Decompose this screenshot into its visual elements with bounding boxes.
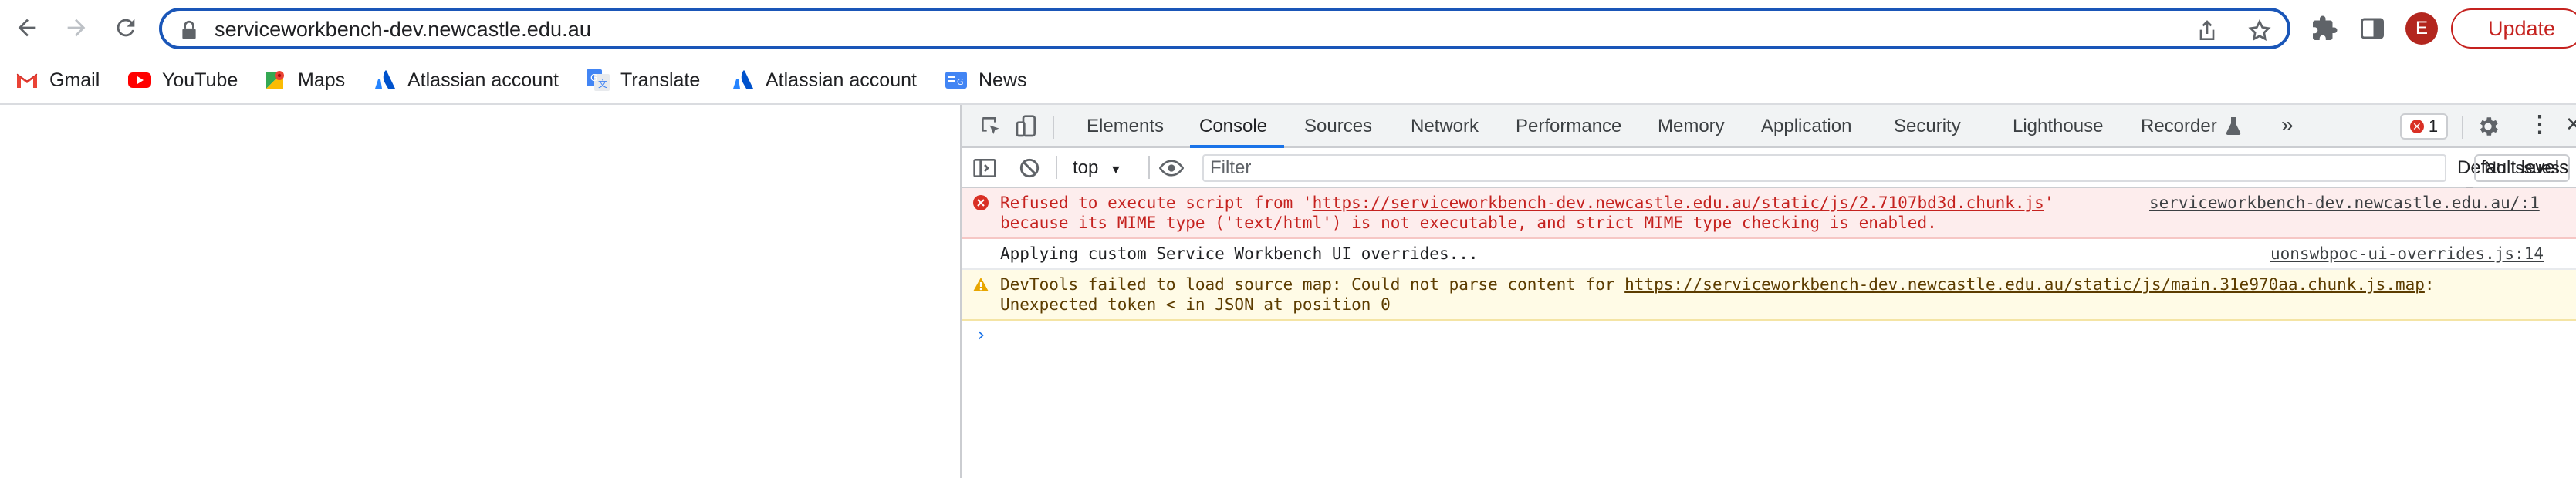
error-text-line2: because its MIME type ('text/html') is n… xyxy=(1000,214,1937,232)
bookmark-atlassian-2[interactable]: Atlassian account xyxy=(730,65,917,96)
console-filter-input[interactable]: Filter xyxy=(1202,154,2446,182)
atlassian-icon xyxy=(372,67,398,93)
svg-text:G: G xyxy=(957,77,964,87)
bookmark-atlassian-1[interactable]: Atlassian account xyxy=(372,65,559,96)
tab-sources[interactable]: Sources xyxy=(1304,116,1372,137)
browser-toolbar: serviceworkbench-dev.newcastle.edu.au E … xyxy=(0,0,2576,57)
tab-elements[interactable]: Elements xyxy=(1087,116,1164,137)
console-error-message: Refused to execute script from 'https://… xyxy=(962,188,2576,239)
url-text[interactable]: serviceworkbench-dev.newcastle.edu.au xyxy=(215,17,591,42)
svg-text:文: 文 xyxy=(598,78,607,89)
bookmark-label: YouTube xyxy=(162,69,238,91)
warning-text-prefix: DevTools failed to load source map: Coul… xyxy=(1000,275,1625,294)
bookmarks-bar: Gmail YouTube Maps Atlassian account G文 … xyxy=(0,57,2576,105)
settings-gear-icon[interactable] xyxy=(2476,114,2500,139)
divider xyxy=(1053,116,1054,139)
bookmark-news[interactable]: G News xyxy=(943,65,1027,96)
error-text-suffix: ' xyxy=(2044,194,2054,212)
tab-security[interactable]: Security xyxy=(1894,116,1961,137)
bookmark-label: Maps xyxy=(298,69,346,91)
error-count-badge[interactable]: ✕ 1 xyxy=(2400,113,2448,140)
bookmark-maps[interactable]: Maps xyxy=(262,65,345,96)
flask-icon xyxy=(2226,117,2241,136)
tab-application[interactable]: Application xyxy=(1761,116,1851,137)
tab-performance[interactable]: Performance xyxy=(1516,116,1621,137)
context-value: top xyxy=(1073,157,1099,178)
tab-lighthouse[interactable]: Lighthouse xyxy=(2013,116,2103,137)
warning-text-suffix: : xyxy=(2424,275,2435,294)
dropdown-caret-icon: ▼ xyxy=(1110,163,1122,177)
update-label: Update xyxy=(2488,16,2556,40)
reload-icon xyxy=(117,19,135,37)
bookmark-youtube[interactable]: YouTube xyxy=(127,65,238,96)
back-button[interactable] xyxy=(8,8,46,47)
reload-button[interactable] xyxy=(106,8,145,47)
issues-button[interactable]: No Issues xyxy=(2474,154,2570,182)
divider xyxy=(1056,156,1057,179)
more-options-icon[interactable]: ⋮ xyxy=(2528,111,2551,138)
console-prompt-chevron-icon[interactable]: › xyxy=(975,324,986,345)
warning-icon xyxy=(973,278,989,291)
tab-console[interactable]: Console xyxy=(1199,116,1267,137)
inspect-element-icon[interactable] xyxy=(979,114,1003,139)
error-icon: ✕ xyxy=(2409,120,2424,133)
news-icon: G xyxy=(943,67,969,93)
profile-avatar[interactable]: E xyxy=(2405,12,2438,45)
svg-text:G: G xyxy=(590,72,597,83)
youtube-icon xyxy=(127,67,153,93)
browser-window: serviceworkbench-dev.newcastle.edu.au E … xyxy=(0,0,2576,478)
tab-recorder[interactable]: Recorder xyxy=(2141,116,2217,137)
warning-text: DevTools failed to load source map: Coul… xyxy=(1000,274,2435,315)
bookmark-gmail[interactable]: Gmail xyxy=(14,65,100,96)
divider xyxy=(1148,156,1150,179)
update-button[interactable]: Update xyxy=(2451,8,2576,49)
warning-text-line2: Unexpected token < in JSON at position 0 xyxy=(1000,295,1391,314)
device-toolbar-icon[interactable] xyxy=(1014,114,1039,139)
devtools-tab-bar: Elements Console Sources Network Perform… xyxy=(962,105,2576,148)
console-log-message: Applying custom Service Workbench UI ove… xyxy=(962,239,2576,270)
console-toolbar: top ▼ Filter Default levels ▼ No Issues xyxy=(962,148,2576,198)
maps-icon xyxy=(262,67,289,93)
warning-sourcemap-link[interactable]: https://serviceworkbench-dev.newcastle.e… xyxy=(1624,275,2425,294)
context-selector[interactable]: top ▼ xyxy=(1073,157,1122,179)
extensions-icon[interactable] xyxy=(2311,15,2338,42)
error-source-link[interactable]: serviceworkbench-dev.newcastle.edu.au/:1 xyxy=(2149,193,2540,213)
error-count: 1 xyxy=(2428,116,2439,136)
close-icon[interactable]: ✕ xyxy=(2565,113,2576,136)
log-text: Applying custom Service Workbench UI ove… xyxy=(1000,244,1479,263)
error-text: Refused to execute script from 'https://… xyxy=(1000,193,2054,233)
translate-icon: G文 xyxy=(585,67,611,93)
tab-network[interactable]: Network xyxy=(1411,116,1479,137)
lock-icon xyxy=(182,20,196,39)
bookmark-translate[interactable]: G文 Translate xyxy=(585,65,700,96)
error-text-prefix: Refused to execute script from ' xyxy=(1000,194,1313,212)
console-warning-message: DevTools failed to load source map: Coul… xyxy=(962,270,2576,321)
more-tabs-chevron-icon[interactable]: » xyxy=(2281,113,2294,137)
arrow-left-icon xyxy=(18,19,36,37)
error-icon xyxy=(973,195,989,210)
live-expression-eye-icon[interactable] xyxy=(1159,156,1184,180)
bookmark-label: Gmail xyxy=(49,69,100,91)
side-panel-icon[interactable] xyxy=(2358,15,2386,42)
clear-console-icon[interactable] xyxy=(1017,156,1042,180)
bookmark-label: Translate xyxy=(620,69,701,91)
sidebar-toggle-icon[interactable] xyxy=(972,156,997,180)
star-icon[interactable] xyxy=(2247,19,2272,43)
bookmark-label: News xyxy=(979,69,1027,91)
tab-memory[interactable]: Memory xyxy=(1658,116,1725,137)
atlassian-icon xyxy=(730,67,756,93)
bookmark-label: Atlassian account xyxy=(407,69,559,91)
page-content xyxy=(0,105,960,478)
error-script-link[interactable]: https://serviceworkbench-dev.newcastle.e… xyxy=(1313,194,2044,212)
log-source-link[interactable]: uonswbpoc-ui-overrides.js:14 xyxy=(2270,244,2544,264)
devtools-panel: Elements Console Sources Network Perform… xyxy=(960,105,2576,478)
share-icon[interactable] xyxy=(2195,19,2219,43)
forward-button[interactable] xyxy=(57,8,96,47)
gmail-icon xyxy=(14,67,40,93)
bookmark-label: Atlassian account xyxy=(766,69,917,91)
divider xyxy=(2462,116,2463,139)
address-bar[interactable]: serviceworkbench-dev.newcastle.edu.au xyxy=(159,8,2290,49)
arrow-right-icon xyxy=(67,19,86,37)
